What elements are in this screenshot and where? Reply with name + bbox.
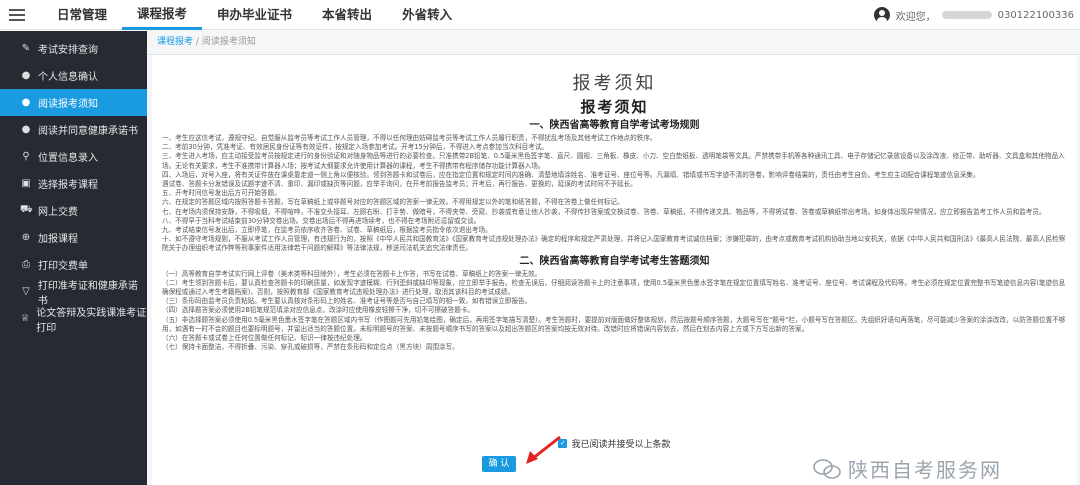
doc-paragraph: 三、考生进入考场，应主动接受监考员按规定进行的身份验证和对随身物品等进行的必要检… [162,152,1065,170]
sidebar-item-read-notice[interactable]: ● 阅读报考须知 [0,89,147,116]
sidebar-item-health-pledge[interactable]: ● 阅读并同意健康承诺书 [0,116,147,143]
sidebar-item-label: 打印准考证和健康承诺书 [37,280,138,307]
notice-document[interactable]: 报考须知 一、陕西省高等教育自学考试考场规则 一、考生应这信考试，遵规守纪。自觉… [162,97,1067,432]
sidebar-item-print-payment[interactable]: ⎙ 打印交费单 [0,251,147,278]
main-nav: 日常管理 课程报考 申办毕业证书 本省转出 外省转入 [42,0,467,30]
user-id: 030122100336 [997,9,1074,21]
doc-paragraph: 遇试卷、答题卡分发错误及试题字迹不清、重印、漏印或缺页等问题，应举手询问，在开考… [162,180,637,189]
plus-circle-icon: ⊕ [21,232,31,243]
doc-paragraph: （四）选择题答案必须使用2B铅笔规范填涂对应信息点，改涂时应使用橡皮轻擦干净，切… [162,306,475,315]
sidebar-item-location[interactable]: ⚲ 位置信息录入 [0,143,147,170]
sidebar-item-label: 考试安排查询 [38,45,98,56]
confirm-button[interactable]: 确 认 [482,456,516,472]
doc-paragraph: （六）在答题卡或试卷上任何位置做任何标记、标识一律按违纪处理。 [162,334,367,343]
user-name-redacted [941,11,992,19]
doc-paragraph: 七、在考场内须保持安静，不得吸烟，不得喧哗，不准交头接耳、左顾右盼、打手势、做暗… [162,207,1046,216]
doc-paragraph: 四、入场后，对号入座，将有关证件放在课桌靠走道一侧上角以便核验。领到答题卡和试卷… [162,170,980,179]
welcome-text: 欢迎您， [895,11,936,23]
wechat-icon [813,458,841,479]
doc-paragraph: 六、在规定的答题区域内按照答题卡答题，写在草稿纸上或非题号对应的答题区域的答案一… [162,198,624,207]
doc-paragraph: 八、不得早于当科考试结束前30分钟交卷出场。交卷出场后不得再进场续考，也不得在考… [162,216,481,225]
section2-title: 二、陕西省高等教育自学考试考生答题须知 [519,255,710,267]
doc-paragraph: （五）非选择题答案必须使用0.5毫米黑色墨水签字笔在答题区域内书写（作图题可先用… [162,315,1066,333]
user-avatar-icon[interactable] [873,7,890,23]
sidebar-item-label: 位置信息录入 [38,153,98,164]
top-navbar: 日常管理 课程报考 申办毕业证书 本省转出 外省转入 欢迎您， 03012210… [0,0,1080,30]
sidebar-item-label: 打印交费单 [38,261,88,272]
printer-icon: ⎙ [22,259,30,270]
watermark-text: 陕西自考服务网 [848,458,1002,482]
doc-heading: 报考须知 [580,98,649,116]
trophy-icon: ♕ [20,313,30,324]
section1-title: 一、陕西省高等教育自学考试考场规则 [529,120,700,131]
nav-tab-diploma[interactable]: 申办毕业证书 [202,0,307,30]
sidebar: ✎ 考试安排查询 ● 个人信息确认 ● 阅读报考须知 ● 阅读并同意健康承诺书 ⚲ 位置信… [0,31,147,485]
doc-paragraph: （二）考生领到答题卡后，要认真检查答题卡的印刷质量，如发现字迹模糊、行列歪斜或缺… [162,278,1066,297]
sidebar-item-label: 论文答辩及实践课准考证打印 [36,307,147,334]
sidebar-item-select-courses[interactable]: ▣ 选择报考课程 [0,170,147,197]
list-icon: ▣ [21,178,31,189]
cart-icon: ⛟ [20,204,33,215]
nav-tab-transfer-out[interactable]: 本省转出 [307,0,387,30]
doc-paragraph: 十、如不遵守考场规则，不服从考试工作人员管理，有违规行为的，按照《中华人民共和国… [162,235,1066,253]
sidebar-item-print-admission[interactable]: ▽ 打印准考证和健康承诺书 [0,278,147,307]
breadcrumb-current: 阅读报考须知 [201,37,256,47]
sidebar-item-label: 网上交费 [38,207,78,218]
sidebar-item-label: 选择报考课程 [38,180,98,191]
doc-paragraph: 九、考试结束信号发出后，立即停笔，在监考员依序收齐答卷、试卷、草稿纸后，根据监考… [162,226,492,235]
menu-toggle-icon[interactable] [8,6,26,24]
doc-paragraph: 一、考生应这信考试，遵规守纪。自觉服从监考员等考试工作人员管理，不得以任何理由妨… [162,134,657,142]
nav-tab-course-registration[interactable]: 课程报考 [122,0,203,30]
user-area[interactable]: 欢迎您， 030122100336 [873,0,1074,30]
sidebar-item-online-payment[interactable]: ⛟ 网上交费 [0,197,147,224]
doc-paragraph: （一）高等教育自学考试实行网上评卷（美术类等科目除外），考生必须在答题卡上作答，… [162,269,542,278]
breadcrumb-root[interactable]: 课程报考 [157,37,193,47]
chat-icon: ● [21,124,31,135]
page-title: 报考须知 [572,73,657,94]
breadcrumb: 课程报考 / 阅读报考须知 [147,31,1080,55]
nav-tab-transfer-in[interactable]: 外省转入 [387,0,467,30]
chat-icon: ● [21,70,31,81]
doc-paragraph: （七）保持卡面整洁，不得折叠、污染、穿孔或破损等，严禁在条形码和定位点（黑方块）… [162,343,459,352]
sidebar-item-add-course[interactable]: ⊕ 加报课程 [0,224,147,251]
agree-label: 我已阅读并接受以上条款 [571,440,671,450]
chat-icon: ● [21,97,31,108]
agree-row[interactable]: ✓ 我已阅读并接受以上条款 [152,437,1077,450]
sidebar-item-label: 阅读报考须知 [38,99,98,110]
sidebar-item-exam-schedule[interactable]: ✎ 考试安排查询 [0,35,147,62]
filter-icon: ▽ [22,286,30,297]
sidebar-item-label: 个人信息确认 [38,72,98,83]
arrow-annotation-icon [526,435,561,464]
sidebar-item-label: 加报课程 [38,234,78,245]
watermark: 陕西自考服务网 [812,454,1002,483]
sidebar-item-thesis-admission[interactable]: ♕ 论文答辩及实践课准考证打印 [0,305,147,334]
content-panel: 报考须知 报考须知 一、陕西省高等教育自学考试考场规则 一、考生应这信考试，遵规… [152,55,1077,485]
breadcrumb-separator: / [195,37,199,47]
nav-tab-daily[interactable]: 日常管理 [42,0,122,30]
sidebar-item-label: 阅读并同意健康承诺书 [38,126,138,137]
location-icon: ⚲ [22,151,30,162]
pen-icon: ✎ [21,43,31,54]
sidebar-item-info-confirm[interactable]: ● 个人信息确认 [0,62,147,89]
